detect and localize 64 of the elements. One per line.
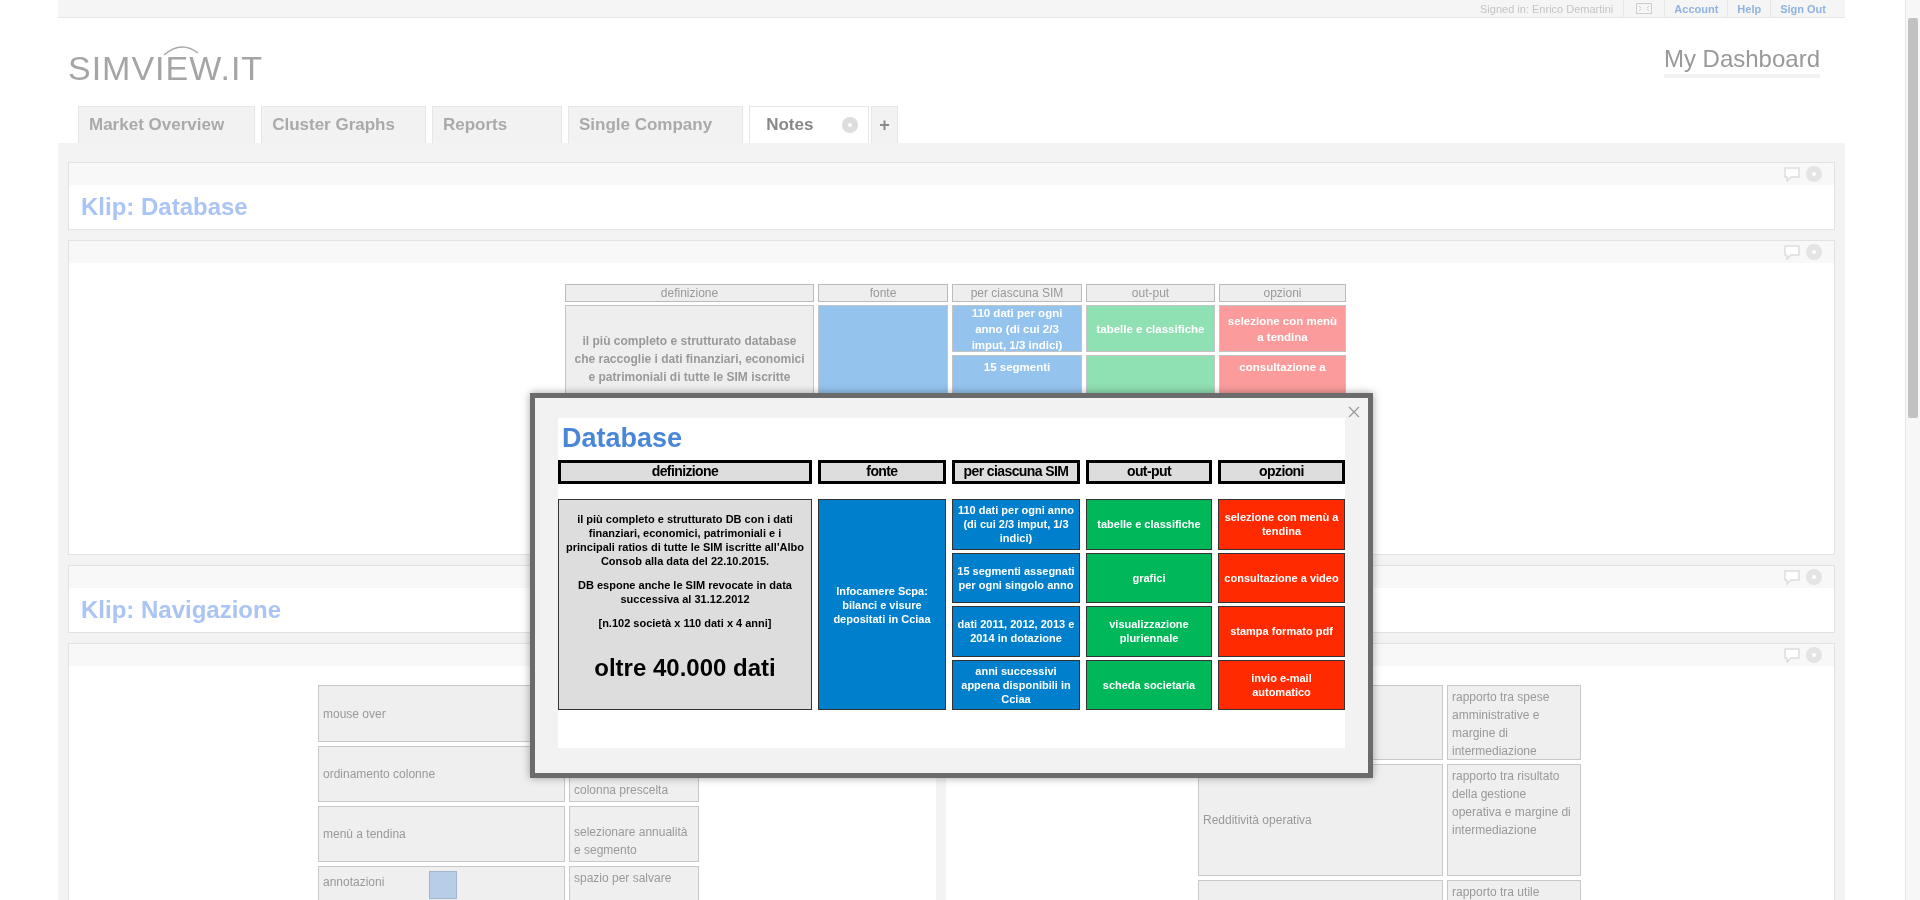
column-header: fonte	[818, 284, 948, 302]
table-cell: spazio per salvare	[569, 866, 699, 900]
cell-text: menù a tendina	[323, 827, 406, 841]
table-cell: rapporto tra spese amministrative e margine di intermediazione	[1447, 685, 1581, 760]
cell-text: annotazioni	[323, 875, 385, 889]
table-cell: consultazione a video	[1218, 552, 1345, 603]
scroll-thumb[interactable]	[1908, 18, 1918, 418]
cell-text: mouse over	[323, 706, 386, 721]
tab[interactable]: Single Company	[567, 106, 744, 143]
cell-paragraph: il più completo e strutturato DB con i dati finanziari, economici, patrimoniali e i principali ratios di tutte le SIM iscritte all'Albo Consob alla data del 22.10.2015.	[565, 512, 805, 568]
table-cell: 110 dati per ogni anno (di cui 2/3 imput, 1/3 indici)	[952, 499, 1080, 550]
table-cell: rapporto tra utile	[1447, 880, 1581, 900]
note-icon	[428, 871, 459, 899]
table-cell: stampa formato pdf	[1218, 606, 1345, 657]
comment-icon[interactable]	[1784, 569, 1800, 585]
table-cell: rapporto tra risultato della gestione operativa e margine di intermediazione	[1447, 764, 1581, 876]
table-cell: visualizzazione pluriennale	[1085, 606, 1212, 657]
cell-paragraph: [n.102 società x 110 dati x 4 anni]	[598, 616, 772, 630]
comment-icon[interactable]	[1784, 166, 1800, 182]
top-bar-link[interactable]: Account	[1664, 0, 1728, 18]
column-header: out-put	[1086, 284, 1215, 302]
table-cell: Infocamere Scpa: bilanci e visure depositati in Cciaa	[818, 499, 946, 710]
table-cell: selezionare annualità e segmento	[569, 806, 699, 862]
top-bar-link[interactable]: Sign Out	[1770, 0, 1835, 18]
top-bar-link[interactable]: Help	[1727, 0, 1771, 18]
table-cell: scheda societaria	[1085, 659, 1212, 710]
scrollbar[interactable]	[1905, 0, 1920, 900]
klip-title: Klip: Navigazione	[81, 596, 282, 624]
table-cell: dati 2011, 2012, 2013 e 2014 in dotazione	[952, 606, 1080, 657]
klip-title: Klip: Database	[81, 193, 248, 221]
fullscreen-icon[interactable]	[1636, 3, 1653, 14]
page-title: My Dashboard	[1663, 44, 1820, 78]
table-cell: tabelle e classifiche	[1085, 499, 1212, 550]
tab[interactable]: Market Overview	[78, 106, 256, 143]
table-cell: 15 segmenti assegnati per ogni singolo anno	[952, 552, 1080, 603]
close-icon[interactable]	[1348, 406, 1360, 418]
total-label: oltre 40.000 dati	[594, 654, 776, 682]
table-cell: selezione con menù a tendina	[1219, 305, 1346, 352]
cell-text: Redditività operativa	[1203, 813, 1312, 827]
column-header: out-put	[1085, 460, 1212, 484]
column-header: opzioni	[1219, 284, 1346, 302]
column-header: per ciascuna SIM	[951, 460, 1080, 484]
table-cell: tabelle e classifiche	[1086, 305, 1215, 352]
tab[interactable]: Notes	[749, 106, 870, 143]
logo[interactable]: SIMVIEW.IT	[68, 48, 264, 88]
comment-icon[interactable]	[1784, 647, 1800, 663]
table-cell: selezione con menù a tendina	[1218, 499, 1345, 550]
table-cell: 110 dati per ogni anno (di cui 2/3 imput, 1/3 indici)	[952, 305, 1082, 352]
column-header: per ciascuna SIM	[952, 284, 1082, 302]
add-tab-button[interactable]: +	[871, 106, 898, 143]
table-cell: anni successivi appena disponibili in Cciaa	[952, 659, 1080, 710]
cell-paragraph: DB espone anche le SIM revocate in data successiva al 31.12.2012	[577, 578, 793, 606]
dialog-title: Database	[561, 422, 684, 455]
column-header: fonte	[817, 460, 946, 484]
column-header: definizione	[565, 284, 814, 302]
column-header: opzioni	[1217, 460, 1345, 484]
tab[interactable]: Cluster Graphs	[261, 106, 426, 143]
column-header: definizione	[558, 460, 812, 484]
comment-icon[interactable]	[1784, 244, 1800, 260]
arc-icon	[162, 44, 200, 56]
table-cell: invio e-mail automatico	[1218, 659, 1345, 710]
table-cell: grafici	[1085, 552, 1212, 603]
tab[interactable]: Reports	[431, 106, 562, 143]
cell-text: ordinamento colonne	[323, 767, 436, 781]
